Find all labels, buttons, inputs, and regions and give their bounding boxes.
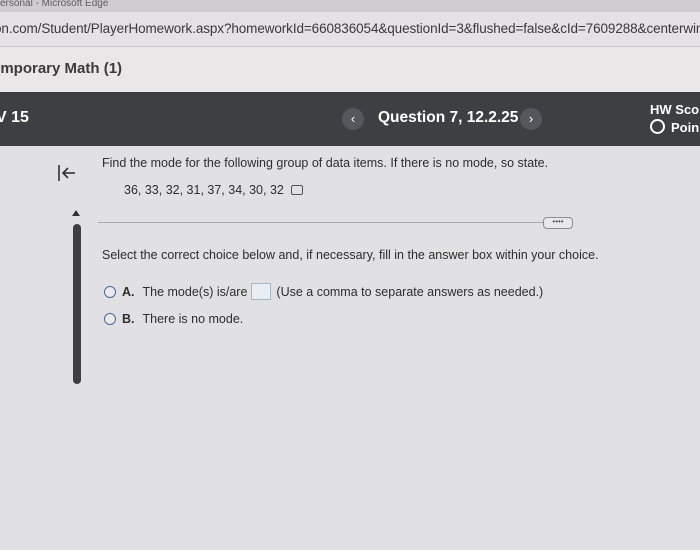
choice-a-text: The mode(s) is/are bbox=[142, 284, 248, 299]
question-label[interactable]: Question 7, 12.2.25 bbox=[378, 109, 518, 127]
points-label: Poin bbox=[671, 120, 700, 135]
choice-b-text: There is no mode. bbox=[142, 312, 244, 326]
question-content: Find the mode for the following group of… bbox=[0, 146, 700, 550]
homework-number: V 15 bbox=[0, 109, 29, 126]
address-bar[interactable]: on.com/Student/PlayerHomework.aspx?homew… bbox=[0, 12, 700, 47]
scroll-up-arrow-icon[interactable] bbox=[72, 210, 80, 216]
question-navigation-bar: V 15 ‹ Question 7, 12.2.25 › HW Scor Poi… bbox=[0, 92, 700, 146]
scrollbar-thumb[interactable] bbox=[73, 224, 81, 384]
data-items-text: 36, 33, 32, 31, 37, 34, 30, 32 bbox=[124, 183, 284, 197]
choice-b-letter: B. bbox=[122, 312, 135, 326]
answer-input-box[interactable] bbox=[251, 283, 272, 300]
course-title: emporary Math (1) bbox=[0, 60, 123, 77]
radio-button-a[interactable] bbox=[104, 285, 116, 298]
question-prompt: Find the mode for the following group of… bbox=[102, 156, 549, 170]
choice-a[interactable]: A. The mode(s) is/are (Use a comma to se… bbox=[104, 283, 543, 300]
choice-a-hint: (Use a comma to separate answers as need… bbox=[276, 284, 544, 299]
course-header: emporary Math (1) bbox=[0, 47, 700, 92]
data-items: 36, 33, 32, 31, 37, 34, 30, 32 bbox=[124, 183, 304, 197]
divider bbox=[98, 222, 572, 223]
copy-data-icon[interactable] bbox=[291, 185, 304, 195]
hw-score-label: HW Scor bbox=[650, 102, 700, 117]
points-circle-icon bbox=[650, 119, 665, 134]
instruction-text: Select the correct choice below and, if … bbox=[102, 248, 599, 262]
next-question-button[interactable]: › bbox=[520, 108, 542, 130]
url-text[interactable]: on.com/Student/PlayerHomework.aspx?homew… bbox=[0, 21, 700, 36]
window-title: ersonal - Microsoft Edge bbox=[0, 0, 109, 9]
radio-button-b[interactable] bbox=[104, 313, 116, 325]
points-indicator: Poin bbox=[650, 119, 699, 135]
chevron-right-icon: › bbox=[528, 111, 534, 126]
previous-question-button[interactable]: ‹ bbox=[342, 108, 364, 130]
collapse-left-icon[interactable] bbox=[56, 162, 78, 184]
choice-a-letter: A. bbox=[122, 284, 135, 299]
more-options-button[interactable]: •••• bbox=[543, 217, 573, 229]
choice-b[interactable]: B. There is no mode. bbox=[104, 312, 243, 326]
window-title-bar: ersonal - Microsoft Edge bbox=[0, 0, 700, 12]
chevron-left-icon: ‹ bbox=[350, 111, 356, 126]
